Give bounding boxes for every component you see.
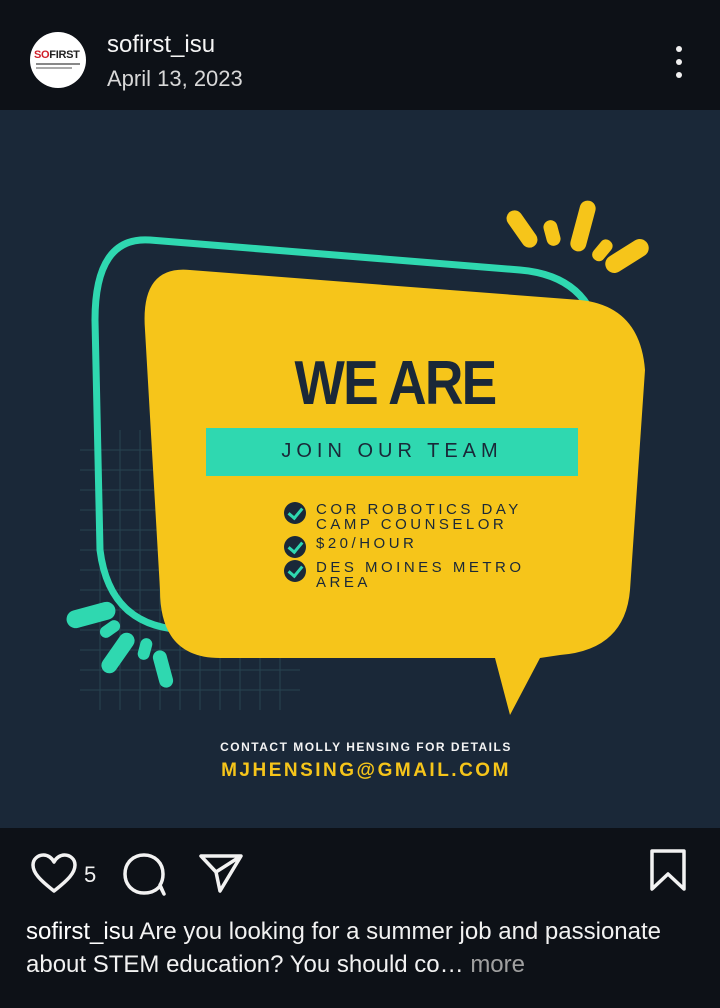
share-button[interactable] xyxy=(198,852,244,899)
join-banner: JOIN OUR TEAM xyxy=(206,428,578,476)
job-detail-item: COR ROBOTICS DAY CAMP COUNSELOR xyxy=(284,502,522,532)
heart-icon xyxy=(31,853,77,893)
like-button[interactable] xyxy=(30,852,78,899)
caption-more-link[interactable]: more xyxy=(470,951,525,978)
yellow-burst xyxy=(506,200,649,273)
avatar-logo-line xyxy=(36,67,72,69)
more-options-button[interactable] xyxy=(664,44,694,80)
bookmark-icon xyxy=(650,849,686,891)
post-actions: 5 xyxy=(0,828,720,914)
comment-icon xyxy=(123,853,166,896)
yellow-speech-bubble xyxy=(144,269,645,715)
avatar-logo-line xyxy=(36,63,80,65)
job-detail-line: CAMP COUNSELOR xyxy=(316,516,508,533)
check-circle-icon xyxy=(284,502,306,524)
like-count[interactable]: 5 xyxy=(84,862,96,888)
job-detail-line: COR ROBOTICS DAY xyxy=(316,501,522,518)
send-icon xyxy=(199,854,243,893)
poster-contact: CONTACT MOLLY HENSING FOR DETAILS xyxy=(220,740,512,754)
avatar[interactable]: SOFIRST xyxy=(30,32,86,88)
job-detail-item: $20/HOUR xyxy=(284,536,417,558)
job-detail-line: $20/HOUR xyxy=(316,535,418,552)
post-caption: sofirst_isu Are you looking for a summer… xyxy=(26,915,696,981)
check-circle-icon xyxy=(284,560,306,582)
job-detail-item: DES MOINES METRO AREA xyxy=(284,560,525,590)
check-circle-icon xyxy=(284,536,306,558)
more-vertical-icon xyxy=(676,46,682,52)
job-detail-line: AREA xyxy=(316,574,371,591)
post-date: April 13, 2023 xyxy=(107,66,243,91)
comment-button[interactable] xyxy=(122,852,168,901)
poster-email: MJHENSING@GMAIL.COM xyxy=(221,760,511,781)
post-username[interactable]: sofirst_isu xyxy=(107,31,215,59)
post-image[interactable]: WE ARE HIRING! JOIN OUR TEAM COR ROBOTIC… xyxy=(0,110,720,828)
more-vertical-icon xyxy=(676,59,682,65)
caption-username[interactable]: sofirst_isu xyxy=(26,918,134,945)
caption-ellipsis: … xyxy=(439,951,464,978)
post-header: SOFIRST sofirst_isu April 13, 2023 xyxy=(0,0,720,110)
save-button[interactable] xyxy=(648,848,688,897)
more-vertical-icon xyxy=(676,72,682,78)
join-banner-text: JOIN OUR TEAM xyxy=(281,440,503,462)
avatar-logo-text: SOFIRST xyxy=(34,49,80,61)
job-detail-line: DES MOINES METRO xyxy=(316,559,525,576)
